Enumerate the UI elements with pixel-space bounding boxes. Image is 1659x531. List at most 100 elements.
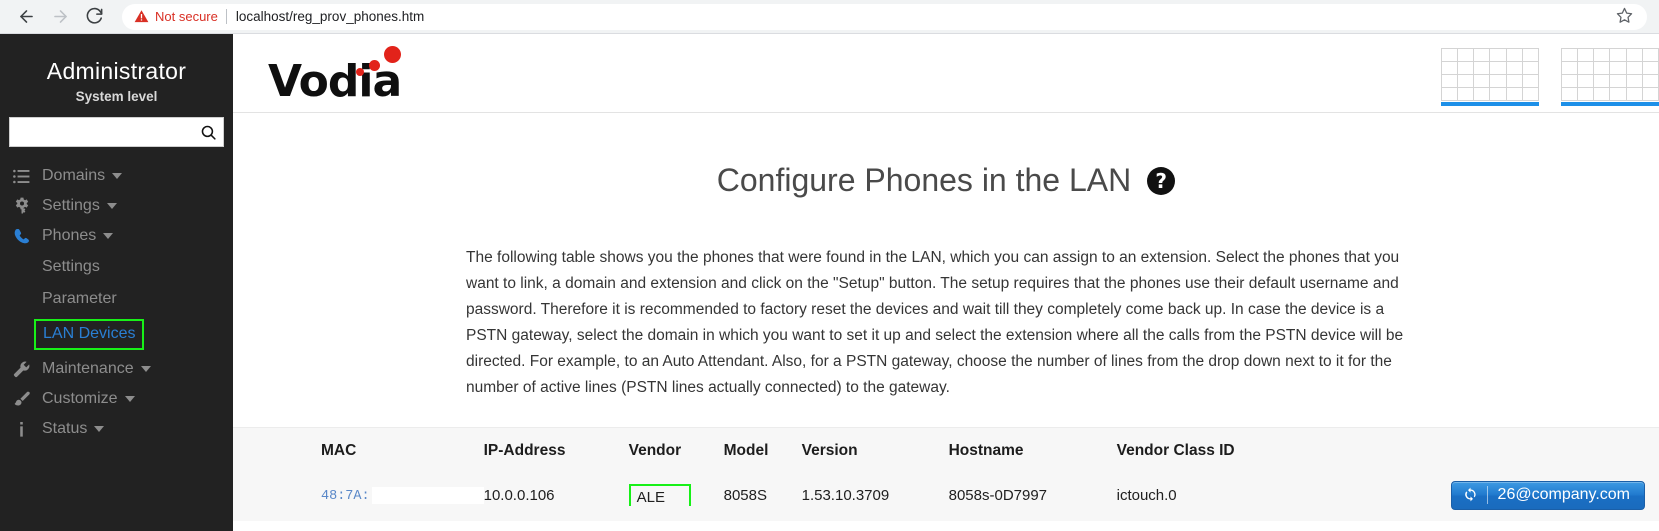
vendor-highlight-box: ALE: [628, 484, 691, 507]
grid-widget-table: [1440, 48, 1540, 101]
cell-vendor: ALE: [628, 469, 724, 521]
sidebar-item-label: Settings: [42, 197, 100, 214]
table-body: 48:7A: 10.0.0.106 ALE 8058S 1.53.10.3709…: [233, 469, 1659, 531]
cell-ip-address: 10.0.0.106: [483, 469, 629, 521]
cell-model: 8008G: [723, 520, 802, 531]
grid-widget-table: [1560, 48, 1659, 101]
chevron-down-icon: [124, 396, 135, 402]
cell-ip-address: 10.0.0.194: [483, 520, 629, 531]
cell-model: 8058S: [723, 469, 802, 521]
table-header-row: MAC IP-Address Vendor Model Version Host…: [233, 427, 1659, 470]
chevron-down-icon: [106, 203, 117, 209]
sidebar-item-label: Phones: [42, 227, 97, 244]
chevron-down-icon: [112, 173, 123, 179]
browser-toolbar: Not secure localhost/reg_prov_phones.htm: [0, 0, 1659, 34]
cell-mac[interactable]: 78:B2:: [233, 520, 484, 531]
column-header-hostname[interactable]: Hostname: [948, 427, 1117, 470]
chevron-down-icon: [103, 233, 114, 239]
main-content: Vodia Configure Phones in the LAN ? The …: [233, 34, 1659, 531]
grid-widget-underline: [1561, 102, 1659, 106]
sidebar-item-customize[interactable]: Customize: [0, 384, 233, 414]
reload-button[interactable]: [80, 3, 108, 31]
mac-address-text: 48:7A:: [321, 489, 370, 505]
grid-widget-1[interactable]: [1440, 48, 1540, 106]
wrench-icon: [12, 360, 38, 379]
info-icon: [12, 420, 38, 439]
sidebar-item-status[interactable]: Status: [0, 414, 233, 444]
column-header-mac[interactable]: MAC: [233, 427, 484, 470]
omnibox-divider: [225, 9, 227, 24]
back-button[interactable]: [12, 3, 40, 31]
sidebar-item-maintenance[interactable]: Maintenance: [0, 354, 233, 384]
sidebar-item-label: LAN Devices: [34, 319, 145, 350]
search-icon[interactable]: [200, 124, 217, 141]
sidebar-item-label: Domains: [42, 167, 106, 184]
browser-nav-buttons: [12, 3, 108, 31]
not-secure-warning-icon: [134, 9, 149, 24]
lan-devices-table: MAC IP-Address Vendor Model Version Host…: [233, 427, 1659, 531]
grid-widget-2[interactable]: [1560, 48, 1659, 106]
column-header-model[interactable]: Model: [723, 427, 802, 470]
logo-dot-small-icon: [356, 68, 364, 76]
cell-vendor-class-id: ictouch.0: [1116, 520, 1339, 531]
sidebar-item-settings[interactable]: Settings: [0, 191, 233, 221]
cell-action: 442@company.com: [1339, 520, 1659, 531]
sidebar-item-domains[interactable]: Domains: [0, 161, 233, 191]
url-text: localhost/reg_prov_phones.htm: [235, 9, 425, 24]
table-header: MAC IP-Address Vendor Model Version Host…: [233, 427, 1659, 470]
button-divider: [1486, 485, 1488, 504]
cell-hostname: 8058s-0D7997: [948, 469, 1117, 521]
cell-vendor: ALE: [628, 520, 724, 531]
paintbrush-icon: [12, 390, 38, 409]
gears-icon: [12, 196, 38, 216]
cell-hostname: 8008g-567483: [948, 520, 1117, 531]
address-bar[interactable]: Not secure localhost/reg_prov_phones.htm: [122, 3, 1647, 30]
sidebar-item-phones[interactable]: Phones: [0, 221, 233, 251]
cell-version: 1.53.10.3709: [801, 469, 949, 521]
forward-button[interactable]: [46, 3, 74, 31]
grid-widget-underline: [1441, 102, 1539, 106]
table-row[interactable]: 48:7A: 10.0.0.106 ALE 8058S 1.53.10.3709…: [233, 469, 1659, 521]
sidebar: Administrator System level Domains Setti…: [0, 34, 233, 531]
devices-table-zone: MAC IP-Address Vendor Model Version Host…: [233, 426, 1659, 531]
sidebar-item-phones-settings[interactable]: Settings: [0, 251, 233, 283]
help-circle-icon[interactable]: ?: [1147, 166, 1176, 195]
column-header-vendor-class-id[interactable]: Vendor Class ID: [1116, 427, 1339, 470]
list-icon: [12, 167, 38, 186]
sidebar-item-label: Status: [42, 420, 88, 437]
sidebar-item-lan-devices[interactable]: LAN Devices: [0, 315, 233, 354]
logo-dot-medium-icon: [369, 60, 380, 71]
sidebar-title: Administrator: [46, 58, 187, 84]
logo-dot-large-icon: [384, 46, 401, 63]
sidebar-item-phones-parameter[interactable]: Parameter: [0, 283, 233, 315]
column-header-vendor[interactable]: Vendor: [628, 427, 724, 470]
page-title-row: Configure Phones in the LAN ?: [233, 113, 1659, 231]
not-secure-label: Not secure: [155, 9, 218, 24]
chevron-down-icon: [140, 366, 151, 372]
sidebar-item-label: Customize: [42, 390, 118, 407]
app-header: Vodia: [233, 34, 1659, 113]
logo-wordmark: Vodia: [268, 56, 402, 107]
table-row[interactable]: 78:B2: 10.0.0.194 ALE 8008G 1.53.10.3709…: [233, 520, 1659, 531]
sidebar-item-label: Maintenance: [42, 360, 134, 377]
column-header-version[interactable]: Version: [801, 427, 949, 470]
star-icon[interactable]: [1616, 7, 1635, 27]
cell-version: 1.53.10.3709: [801, 520, 949, 531]
search-input[interactable]: [18, 118, 200, 146]
cell-action: 26@company.com: [1339, 469, 1659, 521]
search-box[interactable]: [9, 117, 224, 147]
app-container: Administrator System level Domains Setti…: [0, 34, 1659, 531]
setup-button-label: 26@company.com: [1497, 485, 1630, 503]
cell-mac[interactable]: 48:7A:: [233, 469, 484, 521]
page-title: Configure Phones in the LAN: [716, 162, 1132, 199]
vodia-logo[interactable]: Vodia: [268, 44, 408, 107]
setup-extension-button[interactable]: 26@company.com: [1450, 480, 1645, 510]
column-header-ip-address[interactable]: IP-Address: [483, 427, 629, 470]
refresh-icon: [1463, 487, 1478, 502]
phone-icon: [12, 227, 38, 246]
page-description: The following table shows you the phones…: [466, 248, 1404, 396]
header-widgets: [1440, 48, 1659, 106]
mac-redaction-block: [371, 486, 484, 504]
chevron-down-icon: [94, 426, 105, 432]
cell-vendor-class-id: ictouch.0: [1116, 469, 1339, 521]
